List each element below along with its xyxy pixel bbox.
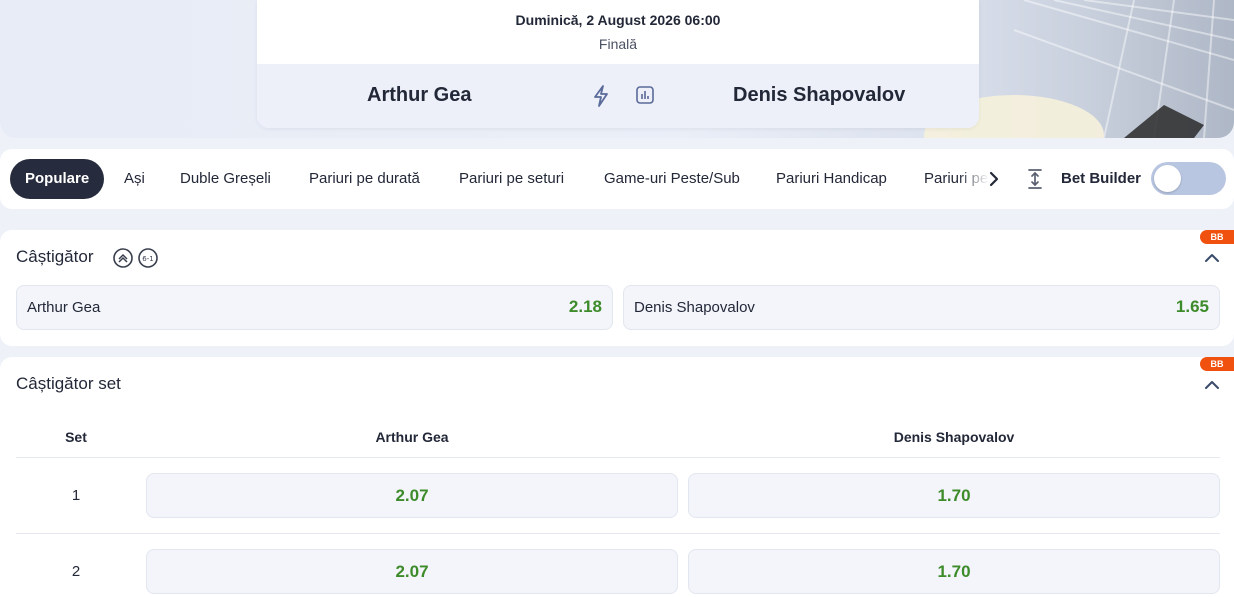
match-status: Finală xyxy=(598,36,638,52)
divider xyxy=(16,533,1220,534)
market-title: Câștigător xyxy=(16,247,94,266)
lightning-icon[interactable] xyxy=(591,84,611,108)
toggle-knob xyxy=(1154,165,1181,192)
outcome-name: Denis Shapovalov xyxy=(634,299,755,316)
tab-populare[interactable]: Populare xyxy=(10,159,105,199)
home-team-name: Arthur Gea xyxy=(367,84,472,106)
bet-builder-label: Bet Builder xyxy=(1061,170,1142,187)
set-number: 2 xyxy=(71,563,81,580)
outcome-name: Arthur Gea xyxy=(27,299,101,316)
outcome-odd: 1.65 xyxy=(1175,297,1209,316)
set-2-away-odd[interactable]: 1.70 xyxy=(688,549,1220,594)
tab-pariuri-handicap[interactable]: Pariuri Handicap xyxy=(776,159,887,199)
column-header-away: Denis Shapovalov xyxy=(893,429,1015,445)
tab-asi[interactable]: Ași xyxy=(124,159,145,199)
column-header-home: Arthur Gea xyxy=(375,429,449,445)
bet-builder-badge: BB xyxy=(1200,230,1234,244)
market-set-winner: BB Câștigător set Set Arthur Gea Denis S… xyxy=(0,357,1234,597)
outcome-odd: 2.18 xyxy=(568,297,602,316)
set-2-home-odd[interactable]: 2.07 xyxy=(146,549,678,594)
column-header-set: Set xyxy=(65,429,87,445)
odd-button-away[interactable]: Denis Shapovalov 1.65 xyxy=(623,285,1220,330)
match-teams: Arthur Gea Denis Shapovalov xyxy=(257,64,979,128)
bet-builder-toggle[interactable] xyxy=(1151,162,1226,195)
svg-text:6-1: 6-1 xyxy=(142,255,153,263)
chevron-up-icon[interactable] xyxy=(1204,380,1220,390)
tab-pariuri-pe-seturi[interactable]: Pariuri pe seturi xyxy=(459,159,564,199)
tab-pariuri-pe-durata[interactable]: Pariuri pe durată xyxy=(309,159,420,199)
odd-button-home[interactable]: Arthur Gea 2.18 xyxy=(16,285,613,330)
set-1-away-odd[interactable]: 1.70 xyxy=(688,473,1220,518)
market-category-tabs: Populare Ași Duble Greșeli Pariuri pe du… xyxy=(0,149,1234,209)
set-1-home-odd[interactable]: 2.07 xyxy=(146,473,678,518)
match-hero: Duminică, 2 August 2026 06:00 Finală Art… xyxy=(0,0,1234,138)
market-winner: BB Câștigător 6-1 Arthur Gea 2.18 Denis … xyxy=(0,230,1234,346)
away-team-name: Denis Shapovalov xyxy=(733,84,906,106)
set-number: 1 xyxy=(71,487,81,504)
statistics-icon[interactable] xyxy=(635,85,655,105)
chevron-right-icon[interactable] xyxy=(986,165,1002,193)
match-info: Duminică, 2 August 2026 06:00 Finală xyxy=(257,0,979,64)
expand-vertical-icon xyxy=(1028,169,1042,189)
market-feature-icons: 6-1 xyxy=(113,248,158,268)
market-title: Câștigător set xyxy=(16,374,121,393)
bet-builder-badge: BB xyxy=(1200,357,1234,371)
divider xyxy=(16,457,1220,458)
chevron-up-icon[interactable] xyxy=(1204,253,1220,263)
tab-game-uri-peste-sub[interactable]: Game-uri Peste/Sub xyxy=(604,159,740,199)
tab-duble-greseli[interactable]: Duble Greșeli xyxy=(180,159,271,199)
match-date: Duminică, 2 August 2026 06:00 xyxy=(515,12,721,28)
match-header-card: Duminică, 2 August 2026 06:00 Finală Art… xyxy=(257,0,979,128)
